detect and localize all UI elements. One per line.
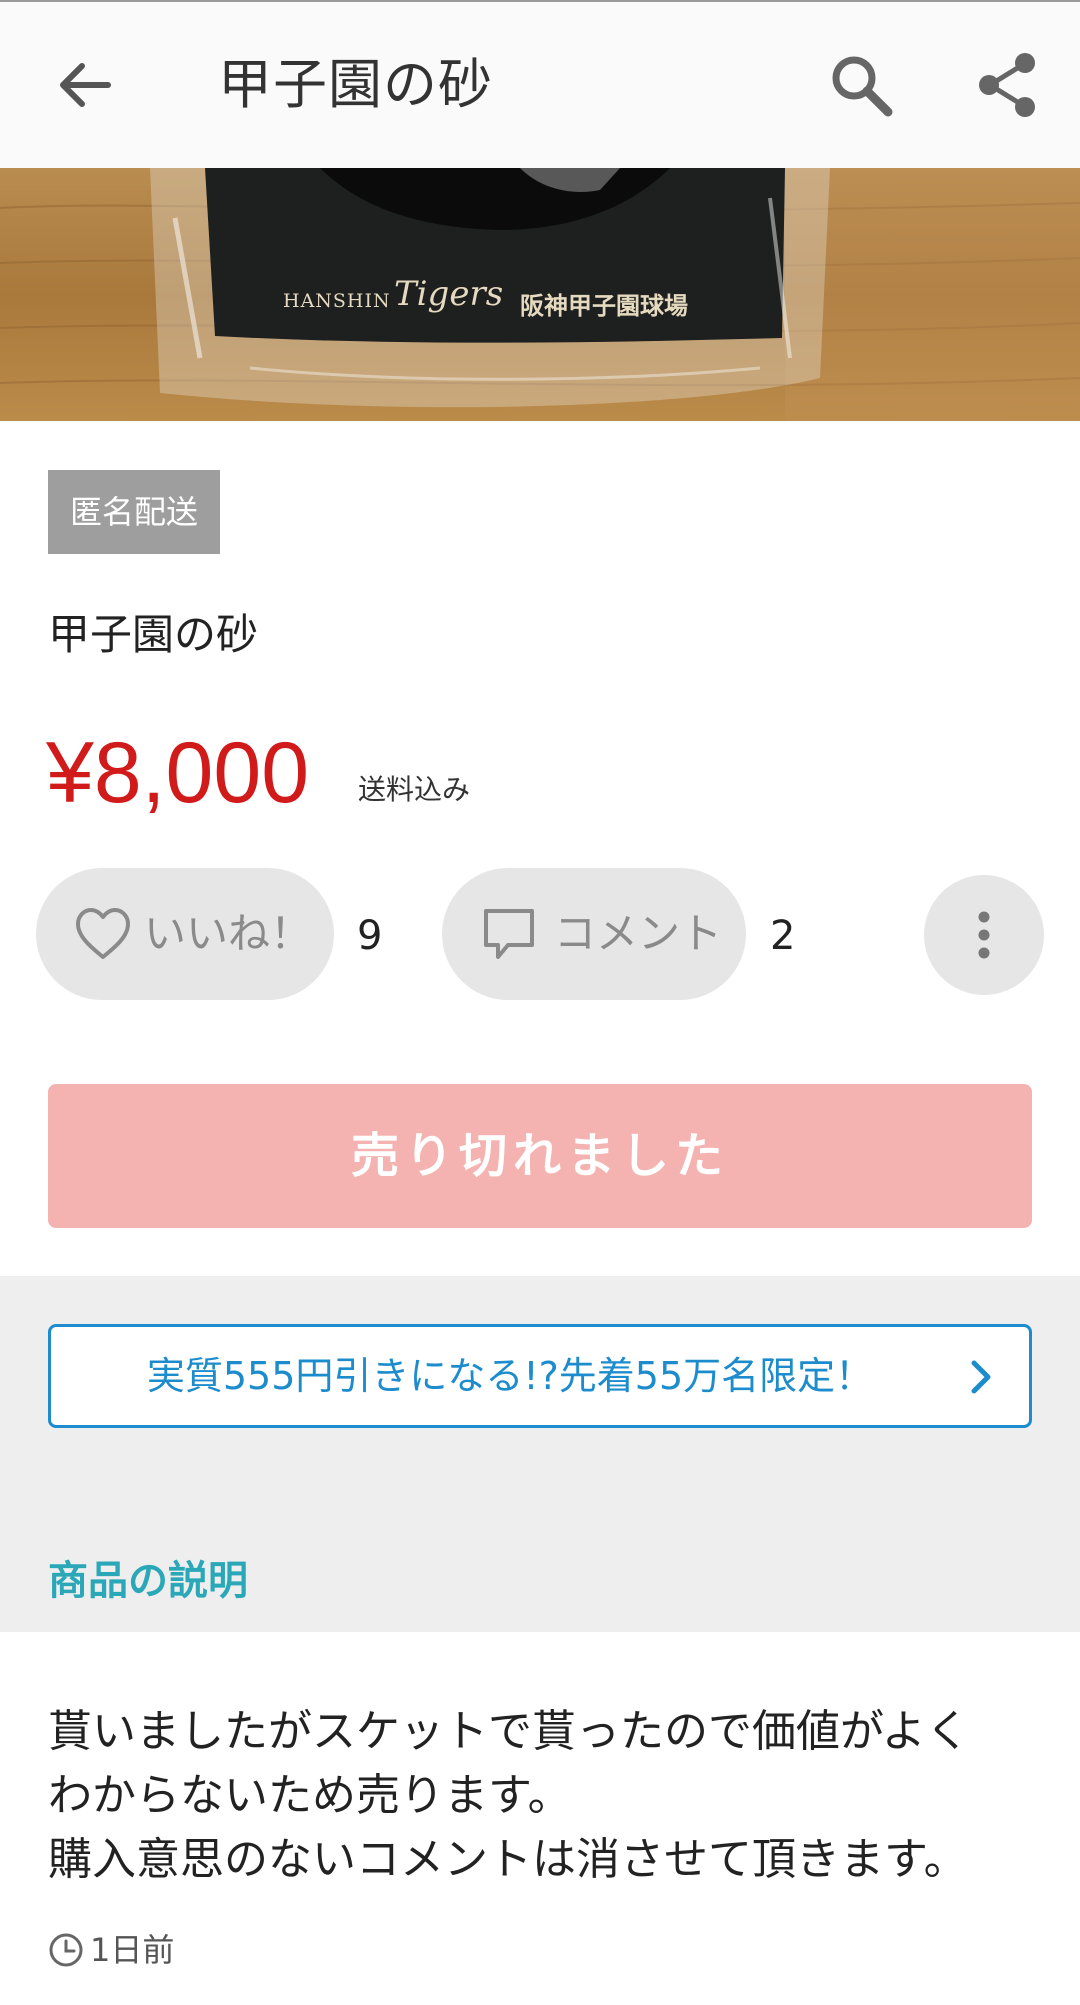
comment-label: コメント: [554, 909, 723, 958]
photo-brand-script: Tigers: [394, 274, 504, 314]
search-icon[interactable]: [826, 50, 896, 120]
clock-icon: [49, 1933, 83, 1967]
product-photo[interactable]: HANSHIN Tigers 阪神甲子園球場: [0, 168, 1080, 421]
like-label: いいね！: [144, 909, 313, 958]
promo-banner[interactable]: 実質555円引きになる!?先着55万名限定！: [48, 1324, 1032, 1428]
item-description: 貰いましたがスケットで貰ったので価値がよく わからないため売ります。 購入意思の…: [48, 1700, 1038, 1892]
comment-icon: [484, 909, 534, 959]
item-name: 甲子園の砂: [48, 610, 259, 659]
item-price: ¥8,000: [46, 725, 310, 821]
arrow-left-icon[interactable]: [50, 50, 120, 120]
comment-count: 2: [770, 913, 796, 959]
photo-brand-text: HANSHIN: [283, 290, 391, 312]
description-line: 貰いましたがスケットで貰ったので価値がよく: [48, 1706, 970, 1757]
description-section-title: 商品の説明: [48, 1558, 248, 1604]
sold-out-button[interactable]: 売り切れました: [48, 1084, 1032, 1228]
like-button[interactable]: いいね！: [36, 868, 334, 1000]
like-count: 9: [357, 913, 383, 959]
share-icon[interactable]: [972, 50, 1042, 120]
promo-text: 実質555円引きになる!?先着55万名限定！: [146, 1354, 874, 1398]
more-options-button[interactable]: [924, 875, 1044, 995]
shipping-included-label: 送料込み: [358, 773, 471, 806]
app-bar: 甲子園の砂: [0, 0, 1080, 168]
photo-stadium-text: 阪神甲子園球場: [520, 292, 688, 320]
comment-button[interactable]: コメント: [442, 868, 746, 1000]
description-line: 購入意思のないコメントは消させて頂きます。: [48, 1834, 968, 1885]
heart-icon: [76, 908, 130, 959]
anonymous-shipping-badge: 匿名配送: [48, 470, 220, 554]
posted-time-text: 1日前: [90, 1931, 175, 1969]
chevron-right-icon: [971, 1360, 991, 1394]
description-line: わからないため売ります。: [48, 1770, 572, 1821]
page-title: 甲子園の砂: [218, 53, 493, 116]
more-vertical-icon: [978, 911, 990, 959]
